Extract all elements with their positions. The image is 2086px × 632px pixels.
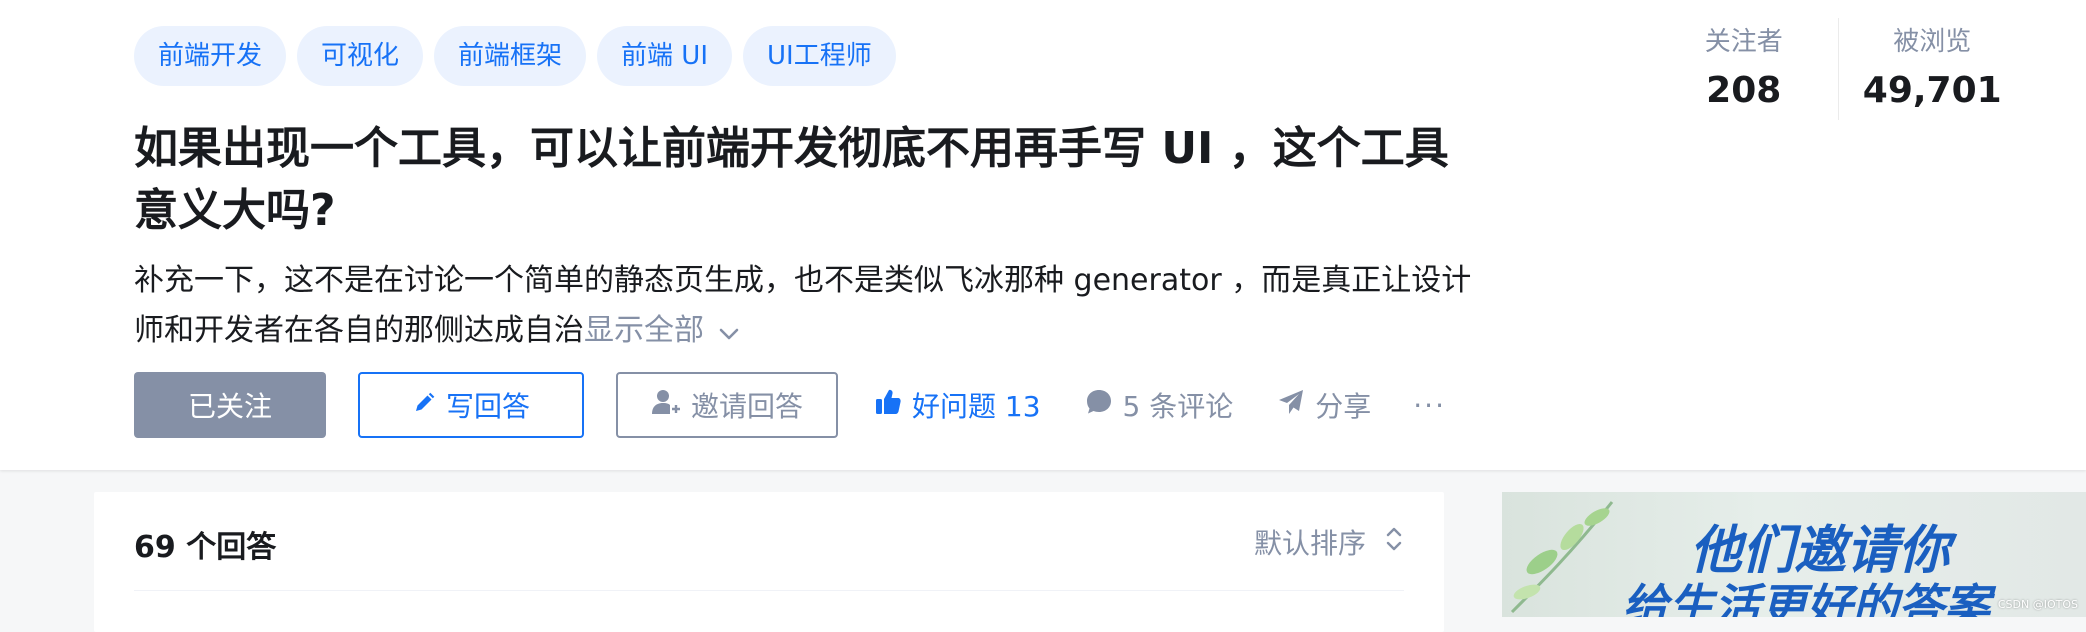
invite-user-icon: [651, 389, 691, 422]
question-stats: 关注者 208 被浏览 49,701: [1650, 18, 2026, 120]
question-header: 前端开发 可视化 前端框架 前端 UI UI工程师 如果出现一个工具，可以让前端…: [0, 0, 2086, 470]
more-button[interactable]: ···: [1413, 389, 1446, 422]
topic-tag[interactable]: 可视化: [297, 26, 424, 86]
watermark-text: CSDN @IOTOS: [1997, 598, 2078, 611]
write-answer-button[interactable]: 写回答: [358, 372, 584, 438]
answers-count: 69 个回答: [134, 530, 277, 565]
question-title: 如果出现一个工具，可以让前端开发彻底不用再手写 UI ，这个工具意义大吗?: [134, 123, 1449, 236]
followed-button[interactable]: 已关注: [134, 372, 326, 438]
topic-tag[interactable]: UI工程师: [743, 26, 896, 86]
topic-tags: 前端开发 可视化 前端框架 前端 UI UI工程师: [134, 26, 896, 86]
show-all-label: 显示全部: [584, 313, 704, 348]
followers-stat: 关注者 208: [1650, 18, 1838, 120]
sort-label: 默认排序: [1253, 527, 1366, 560]
good-question-button[interactable]: 好问题 13: [874, 385, 1041, 425]
comments-label: 5 条评论: [1122, 390, 1234, 423]
thumbs-up-icon: [874, 388, 912, 423]
comment-bubble-icon: [1085, 388, 1123, 423]
views-stat: 被浏览 49,701: [1837, 18, 2027, 120]
sort-dropdown[interactable]: 默认排序: [1254, 522, 1404, 562]
views-label: 被浏览: [1893, 27, 1972, 57]
followers-label: 关注者: [1704, 27, 1783, 57]
write-answer-label: 写回答: [445, 390, 530, 423]
more-label: ···: [1413, 388, 1446, 422]
share-label: 分享: [1315, 390, 1372, 423]
followers-value: 208: [1706, 70, 1782, 111]
share-plane-icon: [1277, 388, 1315, 423]
invite-answer-button[interactable]: 邀请回答: [616, 372, 838, 438]
question-detail-text: 补充一下，这不是在讨论一个简单的静态页生成，也不是类似飞冰那种 generato…: [134, 263, 1472, 348]
answers-panel: 69 个回答 默认排序: [94, 492, 1444, 632]
question-detail: 补充一下，这不是在讨论一个简单的静态页生成，也不是类似飞冰那种 generato…: [134, 256, 1484, 357]
comments-button[interactable]: 5 条评论: [1085, 385, 1234, 425]
views-value: 49,701: [1862, 70, 2002, 111]
show-all-link[interactable]: 显示全部: [584, 313, 740, 348]
followed-label: 已关注: [187, 390, 272, 423]
share-button[interactable]: 分享: [1277, 385, 1371, 425]
invite-answer-label: 邀请回答: [690, 390, 803, 423]
chevron-down-icon: [718, 307, 740, 357]
good-question-label: 好问题 13: [912, 390, 1041, 423]
banner-subline: 给生活更好的答案: [1622, 579, 1990, 617]
topic-tag[interactable]: 前端 UI: [597, 26, 733, 86]
pencil-icon: [412, 389, 446, 422]
sort-updown-icon: [1366, 525, 1404, 560]
answers-divider: [134, 590, 1404, 591]
topic-tag[interactable]: 前端框架: [434, 26, 587, 86]
question-actions: 已关注 写回答 邀请回答 好问题 13 5 条评论 分享 ···: [134, 372, 1446, 438]
invite-banner[interactable]: 他们邀请你 给生活更好的答案 CSDN @IOTOS: [1502, 492, 2086, 617]
topic-tag[interactable]: 前端开发: [134, 26, 287, 86]
